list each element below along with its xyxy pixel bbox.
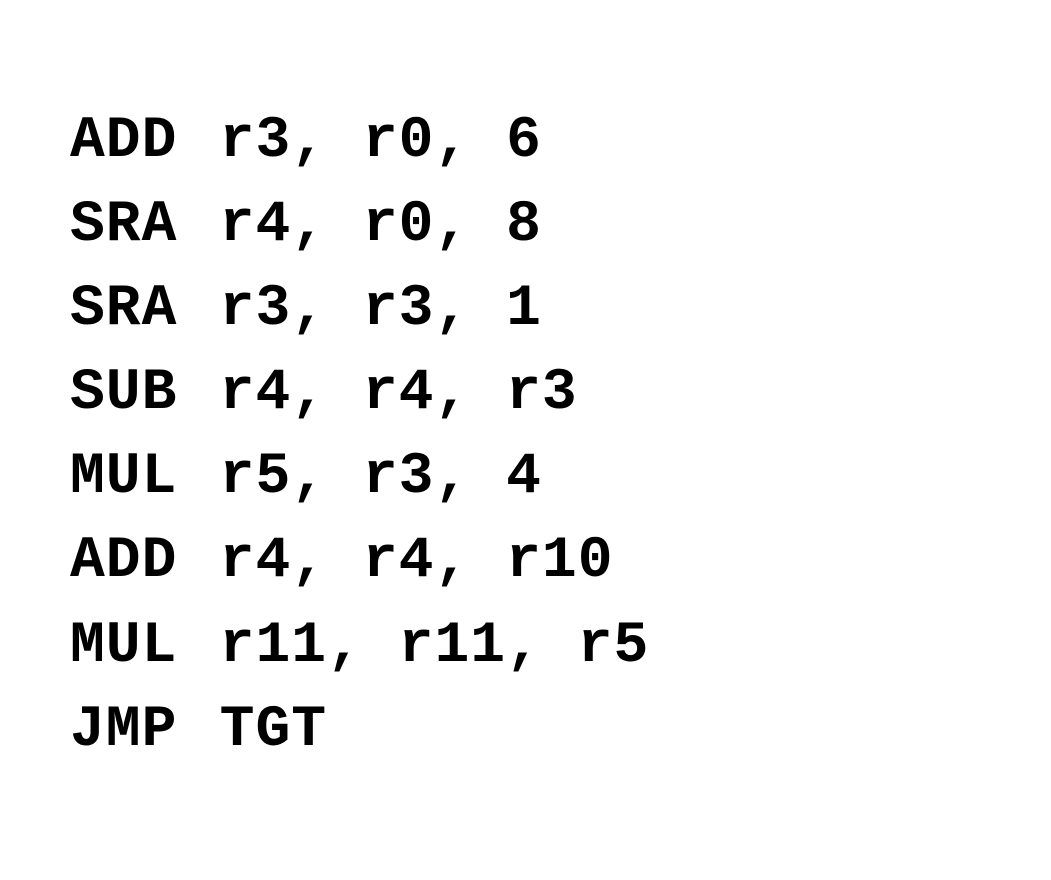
operands: r4, r4, r10 <box>220 529 614 594</box>
code-line: SRAr4, r0, 8 <box>70 184 981 268</box>
mnemonic: SRA <box>70 268 220 352</box>
code-line: JMPTGT <box>70 689 981 773</box>
code-line: SUBr4, r4, r3 <box>70 352 981 436</box>
mnemonic: SRA <box>70 184 220 268</box>
code-line: SRAr3, r3, 1 <box>70 268 981 352</box>
code-line: ADDr4, r4, r10 <box>70 520 981 604</box>
mnemonic: ADD <box>70 100 220 184</box>
code-line: MULr11, r11, r5 <box>70 605 981 689</box>
mnemonic: ADD <box>70 520 220 604</box>
operands: TGT <box>220 698 327 763</box>
mnemonic: MUL <box>70 605 220 689</box>
operands: r4, r4, r3 <box>220 361 578 426</box>
operands: r3, r0, 6 <box>220 109 542 174</box>
code-listing: ADDr3, r0, 6 SRAr4, r0, 8 SRAr3, r3, 1 S… <box>70 100 981 773</box>
code-line: MULr5, r3, 4 <box>70 436 981 520</box>
operands: r5, r3, 4 <box>220 445 542 510</box>
operands: r11, r11, r5 <box>220 614 650 679</box>
mnemonic: JMP <box>70 689 220 773</box>
mnemonic: SUB <box>70 352 220 436</box>
code-line: ADDr3, r0, 6 <box>70 100 981 184</box>
operands: r3, r3, 1 <box>220 277 542 342</box>
operands: r4, r0, 8 <box>220 193 542 258</box>
mnemonic: MUL <box>70 436 220 520</box>
